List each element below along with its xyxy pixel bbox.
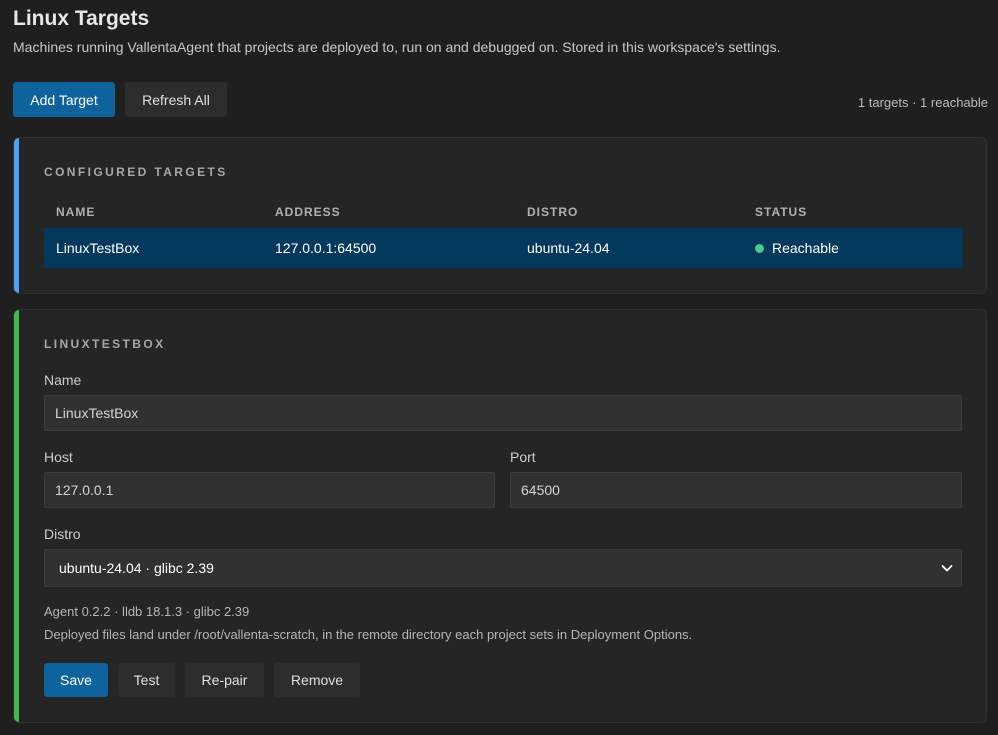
table-header: NAME ADDRESS DISTRO STATUS xyxy=(44,196,963,228)
add-target-button[interactable]: Add Target xyxy=(13,82,115,117)
target-name-cell: LinuxTestBox xyxy=(56,240,140,256)
column-header-status: STATUS xyxy=(755,205,808,219)
distro-select[interactable]: ubuntu-24.04 · glibc 2.39 xyxy=(44,549,962,587)
save-button[interactable]: Save xyxy=(44,663,108,697)
section-title-target-detail: LINUXTESTBOX xyxy=(44,337,166,351)
target-detail-card: LINUXTESTBOX Name Host Port Distro ubunt… xyxy=(13,309,987,723)
toolbar: Add Target Refresh All 1 targets · 1 rea… xyxy=(13,82,988,117)
section-title-configured-targets: CONFIGURED TARGETS xyxy=(44,165,228,179)
target-distro-cell: ubuntu-24.04 xyxy=(527,240,610,256)
target-status-cell: Reachable xyxy=(755,228,839,268)
remove-button[interactable]: Remove xyxy=(274,663,360,697)
column-header-name: NAME xyxy=(56,205,96,219)
column-header-distro: DISTRO xyxy=(527,205,579,219)
status-text: Reachable xyxy=(772,240,839,256)
port-field[interactable] xyxy=(510,472,962,508)
host-field[interactable] xyxy=(44,472,495,508)
configured-targets-card: CONFIGURED TARGETS NAME ADDRESS DISTRO S… xyxy=(13,137,987,294)
page-title: Linux Targets xyxy=(13,7,150,30)
card-accent-bar xyxy=(14,138,19,293)
targets-summary: 1 targets · 1 reachable xyxy=(857,95,988,110)
targets-table: NAME ADDRESS DISTRO STATUS LinuxTestBox … xyxy=(44,196,963,268)
repair-button[interactable]: Re-pair xyxy=(185,663,264,697)
status-dot-icon xyxy=(755,243,764,253)
chevron-down-icon xyxy=(941,565,953,572)
distro-label: Distro xyxy=(44,526,81,542)
distro-selected-value: ubuntu-24.04 · glibc 2.39 xyxy=(59,560,214,576)
column-header-address: ADDRESS xyxy=(275,205,341,219)
name-label: Name xyxy=(44,372,82,388)
name-field[interactable] xyxy=(44,395,962,431)
deploy-note: Deployed files land under /root/vallenta… xyxy=(44,627,693,642)
linux-targets-page: Linux Targets Machines running VallentaA… xyxy=(0,0,998,735)
refresh-all-button[interactable]: Refresh All xyxy=(125,82,227,117)
host-label: Host xyxy=(44,449,73,465)
test-button[interactable]: Test xyxy=(118,663,175,697)
agent-info: Agent 0.2.2 · lldb 18.1.3 · glibc 2.39 xyxy=(44,604,250,619)
target-address-cell: 127.0.0.1:64500 xyxy=(275,240,377,256)
table-row[interactable]: LinuxTestBox 127.0.0.1:64500 ubuntu-24.0… xyxy=(44,228,963,268)
port-label: Port xyxy=(510,449,536,465)
card-accent-bar xyxy=(14,310,19,722)
page-description: Machines running VallentaAgent that proj… xyxy=(13,39,781,55)
